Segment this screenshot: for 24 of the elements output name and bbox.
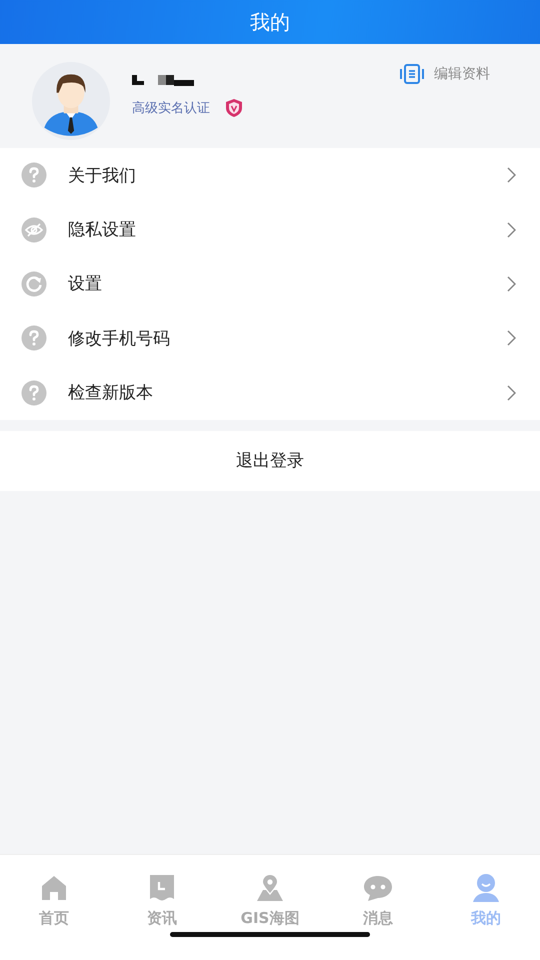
logout-button[interactable]: 退出登录	[0, 430, 540, 491]
avatar-icon[interactable]	[32, 62, 110, 140]
shield-icon	[224, 98, 244, 118]
question-icon	[21, 162, 47, 188]
menu-item[interactable]: 修改手机号码	[0, 311, 540, 366]
menu-item[interactable]: 设置	[0, 256, 540, 312]
menu-item[interactable]: 检查新版本	[0, 366, 540, 420]
document-icon	[400, 64, 424, 84]
question-icon	[21, 325, 47, 352]
question-icon	[21, 380, 47, 406]
chevron-right-icon	[506, 222, 516, 238]
person-icon	[470, 872, 502, 904]
chevron-right-icon	[506, 330, 516, 346]
verification-label: 高级实名认证	[132, 100, 210, 117]
menu-item[interactable]: 隐私设置	[0, 202, 540, 257]
refresh-icon	[21, 270, 47, 297]
chevron-right-icon	[506, 276, 516, 292]
page-title: 我的	[250, 8, 290, 36]
hidden-eye-icon	[21, 216, 47, 243]
map-pin-icon	[254, 872, 286, 904]
menu-item[interactable]: 关于我们	[0, 148, 540, 202]
chevron-right-icon	[506, 167, 516, 184]
redacted-name-drawing	[132, 72, 194, 88]
chevron-right-icon	[506, 384, 516, 401]
